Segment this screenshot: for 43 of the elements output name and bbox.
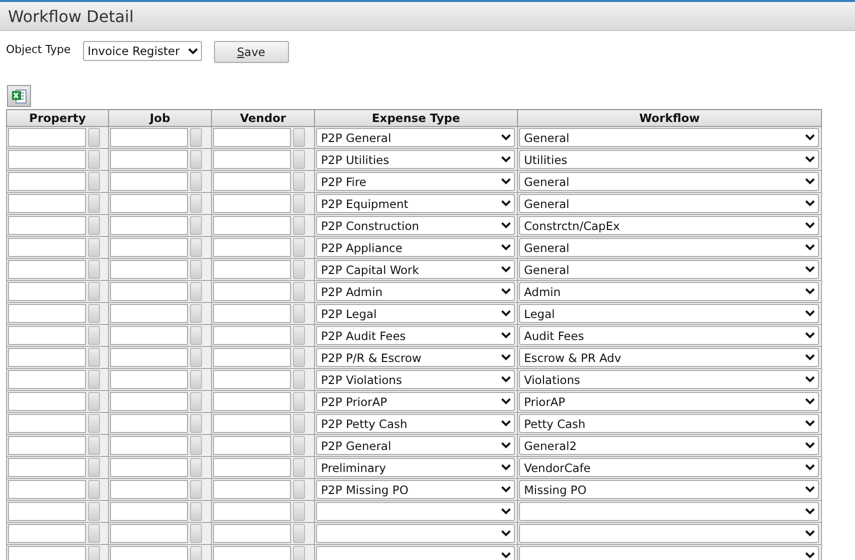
save-button[interactable]: Save (214, 41, 289, 63)
expense-type-dropdown[interactable]: P2P Construction (316, 216, 515, 235)
workflow-dropdown[interactable]: VendorCafe (519, 458, 819, 477)
workflow-dropdown[interactable]: Escrow & PR Adv (519, 348, 819, 367)
workflow-dropdown[interactable]: PriorAP (519, 392, 819, 411)
expense-type-dropdown[interactable]: Preliminary (316, 458, 515, 477)
workflow-dropdown[interactable]: Admin (519, 282, 819, 301)
workflow-dropdown[interactable]: Petty Cash (519, 414, 819, 433)
expense-type-dropdown[interactable]: P2P Audit Fees (316, 326, 515, 345)
expense-type-dropdown[interactable]: P2P Equipment (316, 194, 515, 213)
workflow-dropdown[interactable]: General (519, 238, 819, 257)
expense-type-dropdown[interactable]: P2P General (316, 128, 515, 147)
expense-type-dropdown[interactable]: P2P General (316, 436, 515, 455)
workflow-dropdown[interactable]: Missing PO (519, 480, 819, 499)
column-header: Workflow (518, 110, 822, 126)
workflow-dropdown[interactable]: Legal (519, 304, 819, 323)
expense-type-dropdown[interactable]: P2P Capital Work (316, 260, 515, 279)
column-header: Vendor (212, 110, 314, 126)
workflow-dropdown[interactable]: General (519, 194, 819, 213)
workflow-dropdown[interactable]: Constrctn/CapEx (519, 216, 819, 235)
workflow-dropdown[interactable]: Violations (519, 370, 819, 389)
expense-type-dropdown[interactable]: P2P P/R & Escrow (316, 348, 515, 367)
expense-type-dropdown[interactable]: P2P Violations (316, 370, 515, 389)
workflow-dropdown[interactable]: Audit Fees (519, 326, 819, 345)
workflow-dropdown[interactable]: General (519, 128, 819, 147)
object-type-dropdown[interactable]: Invoice Register (82, 41, 202, 61)
expense-type-dropdown[interactable]: P2P Appliance (316, 238, 515, 257)
expense-type-dropdown[interactable]: P2P Petty Cash (316, 414, 515, 433)
expense-type-dropdown[interactable]: P2P PriorAP (316, 392, 515, 411)
workflow-dropdown[interactable]: General2 (519, 436, 819, 455)
column-header: Expense Type (314, 110, 518, 126)
expense-type-dropdown[interactable]: P2P Admin (316, 282, 515, 301)
expense-type-dropdown[interactable]: P2P Fire (316, 172, 515, 191)
workflow-dropdown[interactable]: General (519, 172, 819, 191)
column-header: Property (6, 110, 108, 126)
workflow-dropdown[interactable]: Utilities (519, 150, 819, 169)
object-type-label: Object Type (6, 43, 71, 56)
page-title: Workflow Detail (8, 6, 134, 26)
workflow-dropdown[interactable]: General (519, 260, 819, 279)
column-header: Job (108, 110, 212, 126)
expense-type-dropdown[interactable]: P2P Utilities (316, 150, 515, 169)
expense-type-dropdown[interactable]: P2P Missing PO (316, 480, 515, 499)
expense-type-dropdown[interactable]: P2P Legal (316, 304, 515, 323)
